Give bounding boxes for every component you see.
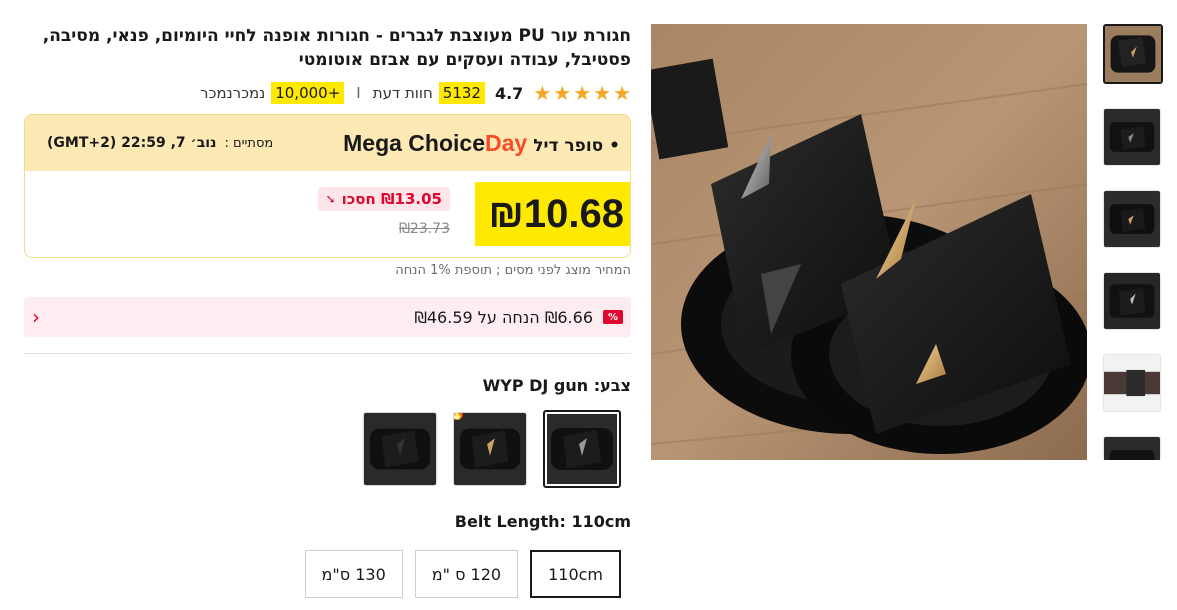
thumbnail-6[interactable]	[1103, 436, 1161, 460]
deal-name: • סופר דיל	[533, 135, 620, 156]
price-area: ₪10.68 ₪13.05 חסכו ➘ ₪23.73	[25, 171, 630, 257]
thumbnail-2[interactable]	[1103, 108, 1161, 166]
star-icon: ★	[593, 81, 612, 105]
rating-separator: I	[356, 84, 361, 102]
star-rating: ★ ★ ★ ★ ★	[533, 83, 631, 103]
thumbnail-4[interactable]	[1103, 272, 1161, 330]
length-option-120[interactable]: 120 ס "מ	[414, 550, 519, 598]
sold-label: נמכרנמכר	[200, 84, 266, 102]
thumbnail-5[interactable]	[1103, 354, 1161, 412]
length-options: 110cm 120 ס "מ 130 ס"מ	[24, 550, 631, 598]
star-icon: ★	[613, 81, 631, 105]
divider	[24, 353, 631, 354]
reviews-count[interactable]: 5132	[438, 82, 485, 104]
deal-ends-label: מסתיים :	[224, 135, 274, 151]
thumbnail-strip[interactable]	[1103, 24, 1165, 460]
product-info: חגורת עור PU מעוצבת לגברים - חגורות אופנ…	[24, 24, 631, 598]
deal-ends-time: נוב׳ 7, 22:59 (GMT+2)	[47, 135, 217, 151]
rating-row: ★ ★ ★ ★ ★ 4.7 5132 חוות דעת I +10,000 נמ…	[24, 80, 631, 106]
length-option-130[interactable]: 130 ס"מ	[304, 550, 403, 598]
coupon-row[interactable]: % ₪6.66 הנחה על ₪46.59 ‹	[24, 297, 631, 337]
deal-box: • סופר דיל Mega ChoiceDay מסתיים : נוב׳ …	[24, 114, 631, 258]
rating-value: 4.7	[494, 83, 524, 103]
length-option-110[interactable]: 110cm	[530, 550, 621, 598]
mega-choice-day-logo: Mega ChoiceDay	[343, 129, 528, 156]
deal-header: • סופר דיל Mega ChoiceDay מסתיים : נוב׳ …	[25, 115, 630, 171]
save-badge: ₪13.05 חסכו ➘	[317, 187, 450, 211]
coupon-content: % ₪6.66 הנחה על ₪46.59	[414, 308, 623, 327]
length-label: Belt Length: 110cm	[454, 512, 631, 531]
deal-brand: • סופר דיל Mega ChoiceDay	[343, 130, 620, 157]
color-option-black-plain[interactable]	[363, 412, 437, 486]
thumbnail-3[interactable]	[1103, 190, 1161, 248]
product-title: חגורת עור PU מעוצבת לגברים - חגורות אופנ…	[42, 26, 631, 70]
chevron-left-icon[interactable]: ‹	[32, 305, 40, 329]
star-icon: ★	[553, 81, 572, 105]
reviews-label[interactable]: חוות דעת	[373, 84, 433, 102]
arrow-down-icon: ➘	[325, 192, 336, 206]
color-label: צבע: WYP DJ gun	[482, 376, 631, 395]
color-option-gold-tip[interactable]: 🔥	[453, 412, 527, 486]
save-text: ₪13.05 חסכו	[341, 190, 442, 208]
main-product-image[interactable]	[651, 24, 1087, 460]
tax-note: המחיר מוצג לפני מסים ; תוספת 1% הנחה	[395, 263, 631, 278]
original-price: ₪23.73	[398, 221, 450, 237]
coupon-icon: %	[603, 310, 623, 324]
current-price: ₪10.68	[474, 182, 630, 246]
coupon-text: ₪6.66 הנחה על ₪46.59	[414, 307, 593, 327]
thumbnail-1[interactable]	[1103, 24, 1163, 84]
star-icon: ★	[573, 81, 592, 105]
deal-countdown: מסתיים : נוב׳ 7, 22:59 (GMT+2)	[47, 135, 273, 151]
color-option-silver-tip[interactable]	[543, 410, 621, 488]
sold-count: +10,000	[271, 82, 345, 104]
fire-icon: 🔥	[454, 413, 465, 421]
star-icon: ★	[533, 81, 552, 105]
color-swatches: 🔥	[24, 410, 631, 488]
